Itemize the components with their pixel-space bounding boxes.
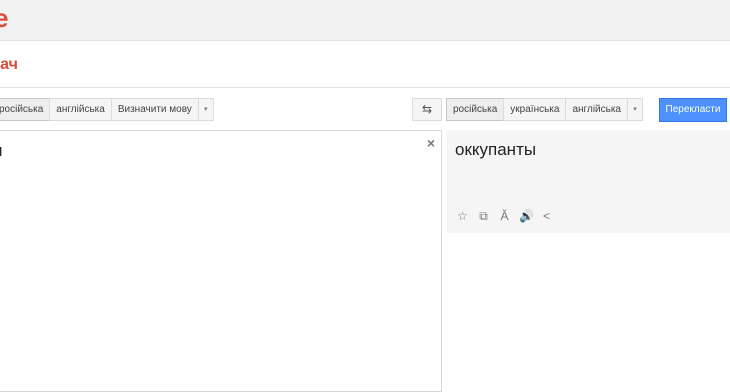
- translate-button[interactable]: Перекласти: [659, 98, 727, 122]
- phonetic-icon[interactable]: Ă: [498, 210, 511, 223]
- target-lang-russian[interactable]: російська: [446, 98, 505, 121]
- source-lang-russian[interactable]: російська: [0, 98, 51, 121]
- page-title: дач: [0, 56, 18, 73]
- source-lang-detect[interactable]: Визначити мову: [110, 98, 199, 121]
- share-icon[interactable]: <: [540, 210, 553, 223]
- source-language-bar: російська англійська Визначити мову ▾: [0, 98, 214, 121]
- star-icon[interactable]: ☆: [456, 210, 469, 223]
- logo[interactable]: e: [0, 4, 8, 32]
- target-lang-dropdown[interactable]: ▾: [627, 98, 643, 121]
- translation-result: оккупанты ☆ ⧉ Ă 🔊 <: [447, 130, 730, 233]
- speaker-icon[interactable]: 🔊: [519, 210, 534, 223]
- top-bar: e: [0, 0, 730, 41]
- target-lang-english[interactable]: англійська: [565, 98, 628, 121]
- source-text[interactable]: и: [0, 141, 3, 161]
- swap-languages-icon[interactable]: ⇆: [412, 98, 442, 121]
- source-lang-dropdown[interactable]: ▾: [197, 98, 214, 121]
- source-lang-english[interactable]: англійська: [49, 98, 112, 121]
- translation-text: оккупанты: [455, 140, 537, 159]
- divider: [0, 87, 730, 88]
- target-language-bar: російська українська англійська ▾: [446, 98, 643, 121]
- copy-icon[interactable]: ⧉: [477, 210, 490, 223]
- clear-icon[interactable]: ×: [427, 135, 435, 151]
- target-lang-ukrainian[interactable]: українська: [503, 98, 567, 121]
- source-text-area[interactable]: и ×: [0, 130, 442, 392]
- result-toolbar: ☆ ⧉ Ă 🔊 <: [456, 210, 553, 223]
